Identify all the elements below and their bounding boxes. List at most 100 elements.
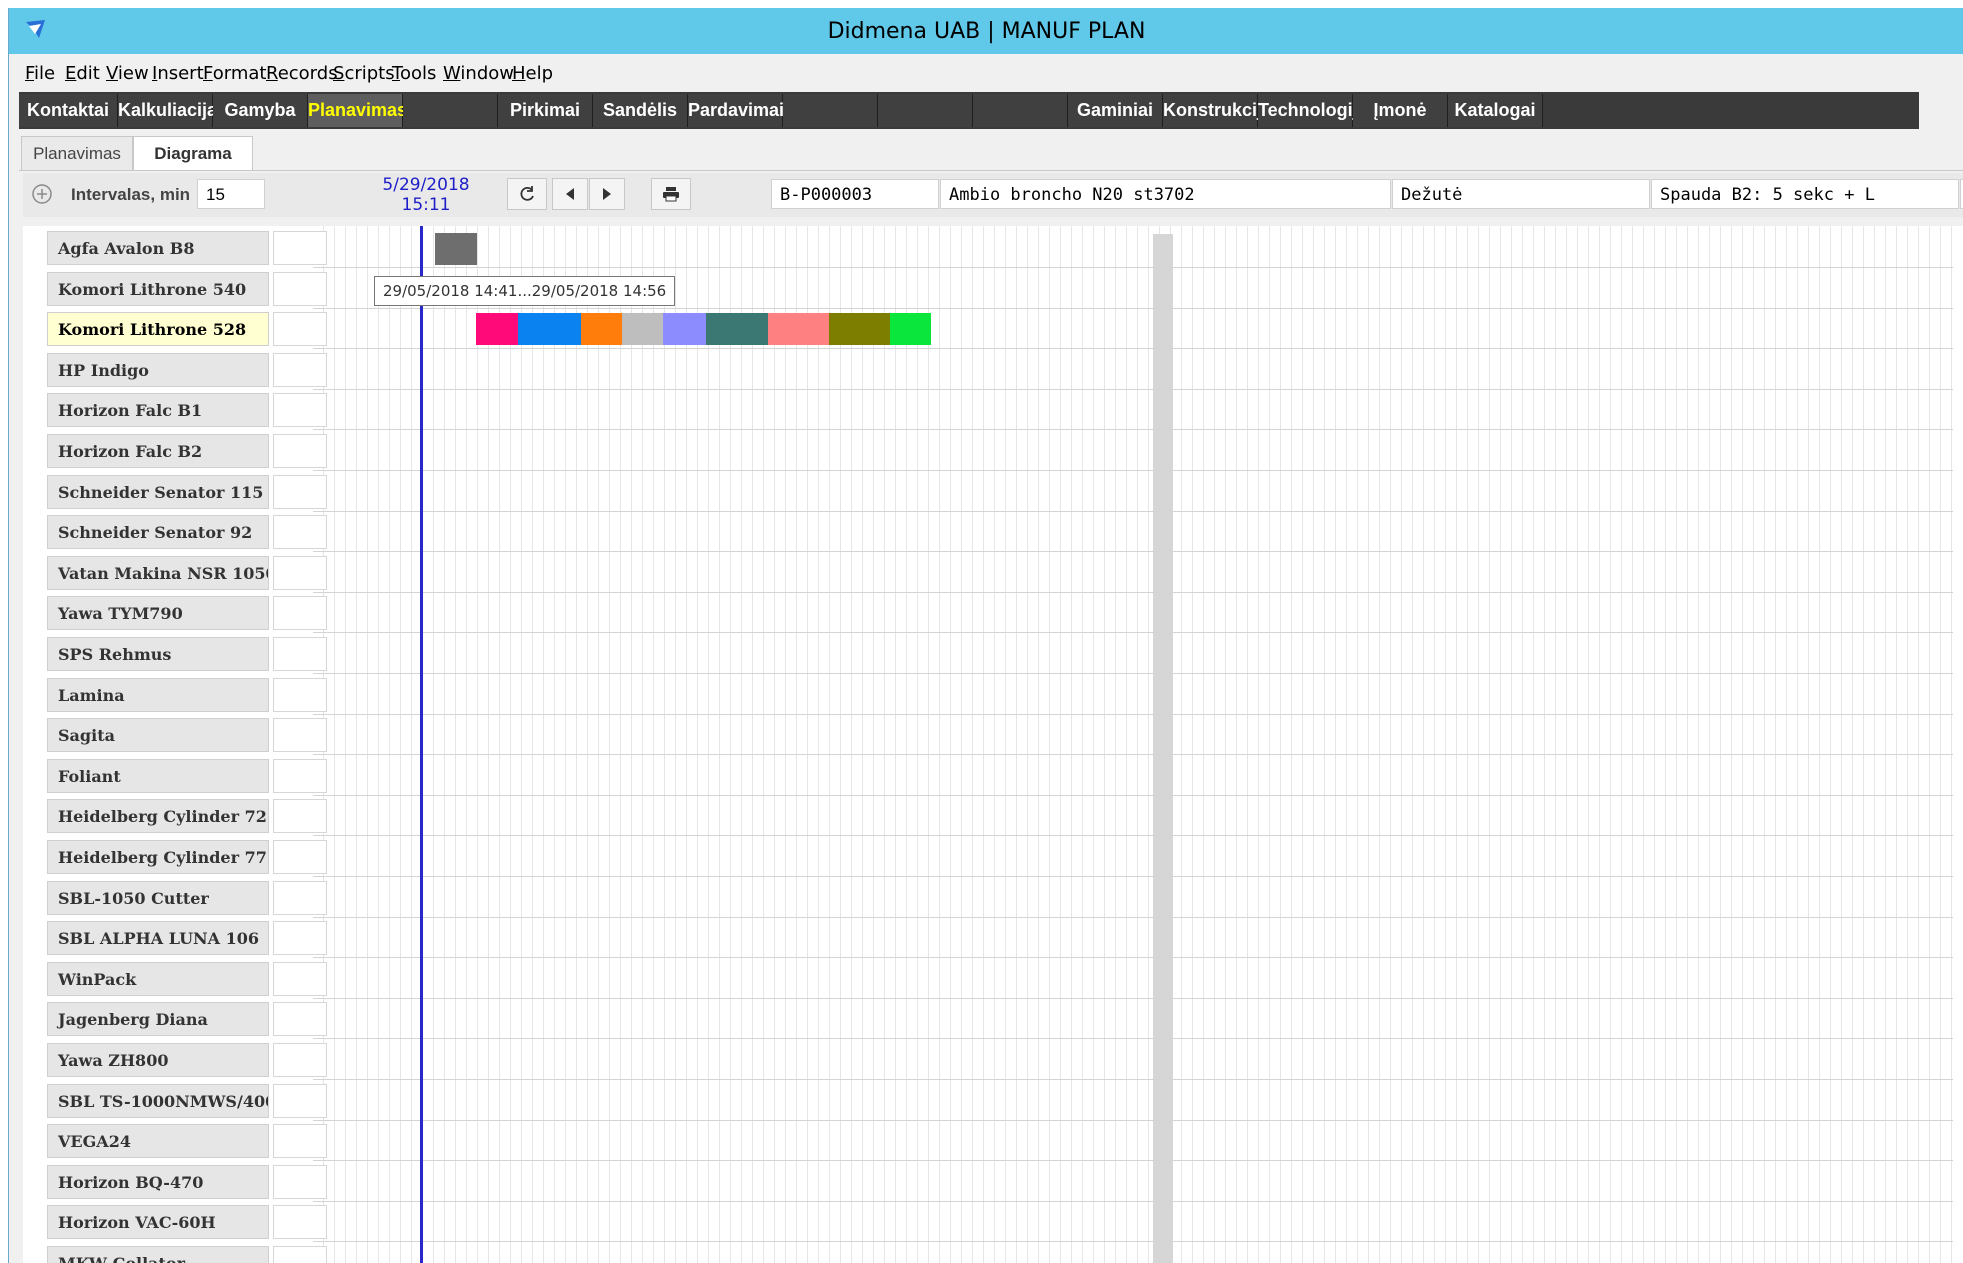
add-circle-icon[interactable] (27, 178, 57, 210)
resource-value-box[interactable] (273, 718, 327, 753)
task-block[interactable] (581, 313, 622, 346)
resource-label[interactable]: Horizon Falc B2 (47, 434, 269, 468)
resource-value-box[interactable] (273, 921, 327, 956)
resource-label[interactable]: Agfa Avalon B8 (47, 231, 269, 265)
resource-value-box[interactable] (273, 880, 327, 915)
previous-button[interactable] (552, 178, 588, 210)
task-block[interactable] (518, 313, 581, 346)
task-block[interactable] (622, 313, 663, 346)
nav-konstrukcija[interactable]: Konstrukcija (1163, 94, 1272, 127)
resource-value-box[interactable] (273, 1002, 327, 1037)
resource-label[interactable]: VEGA24 (47, 1124, 269, 1159)
resource-value-box[interactable] (273, 555, 327, 590)
resource-value-box[interactable] (273, 677, 327, 712)
resource-label[interactable]: SBL ALPHA LUNA 106 (47, 921, 269, 956)
tab-diagrama[interactable]: Diagrama (133, 136, 253, 171)
product-field[interactable]: Ambio broncho N20 st3702 (940, 179, 1391, 209)
resource-label[interactable]: Schneider Senator 115 (47, 474, 269, 509)
resource-value-box[interactable] (273, 758, 327, 793)
print-spec-field[interactable]: Spauda B2: 5 sekc + L (1651, 179, 1959, 209)
task-block[interactable] (476, 313, 518, 346)
task-block[interactable] (663, 313, 706, 346)
next-button[interactable] (589, 178, 625, 210)
resource-value-box[interactable] (273, 1124, 327, 1159)
menu-help[interactable]: Help (512, 63, 553, 84)
nav-empty-3[interactable] (878, 94, 973, 127)
resource-label[interactable]: Schneider Senator 92 (47, 515, 269, 550)
resource-label[interactable]: SBL TS-1000NMWS/400 (47, 1083, 269, 1118)
resource-label[interactable]: Heidelberg Cylinder 77 (47, 840, 269, 874)
resource-label[interactable]: Jagenberg Diana (47, 1002, 269, 1037)
resource-label[interactable]: Komori Lithrone 528 (47, 312, 269, 347)
nav-gamyba[interactable]: Gamyba (213, 94, 308, 127)
resource-label[interactable]: Vatan Makina NSR 1050 (47, 555, 269, 590)
nav-sandelis[interactable]: Sandėlis (593, 94, 688, 127)
nav-imone[interactable]: Įmonė (1353, 94, 1448, 127)
resource-label[interactable]: Horizon Falc B1 (47, 393, 269, 428)
menu-tools[interactable]: Tools (392, 63, 436, 84)
nav-kalkuliacija[interactable]: Kalkuliacija (118, 94, 217, 127)
menu-window[interactable]: Window (443, 63, 514, 84)
refresh-button[interactable] (507, 178, 547, 210)
menu-scripts[interactable]: Scripts (333, 63, 395, 84)
resource-value-box[interactable] (273, 840, 327, 874)
order-code-field[interactable]: B-P000003 (771, 179, 939, 209)
resource-value-box[interactable] (273, 231, 327, 265)
resource-value-box[interactable] (273, 271, 327, 306)
resource-label[interactable]: SBL-1050 Cutter (47, 880, 269, 915)
resource-value-box[interactable] (273, 515, 327, 550)
menu-file[interactable]: File (25, 63, 55, 84)
nav-katalogai[interactable]: Katalogai (1448, 94, 1543, 127)
menu-insert[interactable]: Insert (152, 63, 204, 84)
resource-value-box[interactable] (273, 312, 327, 347)
nav-planavimas[interactable]: Planavimas (308, 94, 407, 127)
resource-label[interactable]: Yawa ZH800 (47, 1043, 269, 1077)
nav-empty-4[interactable] (973, 94, 1068, 127)
task-block[interactable] (890, 313, 931, 346)
resource-value-box[interactable] (273, 1083, 327, 1118)
resource-label[interactable]: Horizon VAC-60H (47, 1205, 269, 1240)
tab-planavimas[interactable]: Planavimas (21, 136, 133, 171)
resource-label[interactable]: Heidelberg Cylinder 72 (47, 799, 269, 834)
nav-empty-1[interactable] (403, 94, 498, 127)
task-block[interactable] (706, 313, 768, 346)
resource-value-box[interactable] (273, 393, 327, 428)
task-block[interactable] (435, 233, 477, 265)
menu-format[interactable]: Format (203, 63, 266, 84)
menu-records[interactable]: Records (266, 63, 338, 84)
resource-label[interactable]: Foliant (47, 758, 269, 793)
nav-gaminiai[interactable]: Gaminiai (1068, 94, 1163, 127)
resource-value-box[interactable] (273, 1205, 327, 1240)
resource-label[interactable]: SPS Rehmus (47, 637, 269, 671)
nav-technologija[interactable]: Technologija (1258, 94, 1368, 127)
resource-value-box[interactable] (273, 474, 327, 509)
resource-label[interactable]: MKW Collator (47, 1246, 269, 1263)
resource-label[interactable]: WinPack (47, 961, 269, 996)
resource-value-box[interactable] (273, 1164, 327, 1199)
resource-value-box[interactable] (273, 1246, 327, 1263)
resource-label[interactable]: Komori Lithrone 540 (47, 271, 269, 306)
resource-value-box[interactable] (273, 434, 327, 468)
resource-label[interactable]: Lamina (47, 677, 269, 712)
resource-label[interactable]: HP Indigo (47, 352, 269, 387)
task-block[interactable] (768, 313, 829, 346)
resource-value-box[interactable] (273, 1043, 327, 1077)
interval-input[interactable]: 15 (197, 179, 265, 209)
nav-kontaktai[interactable]: Kontaktai (19, 94, 118, 127)
nav-pardavimai[interactable]: Pardavimai (688, 94, 784, 127)
nav-empty-2[interactable] (783, 94, 878, 127)
resource-value-box[interactable] (273, 352, 327, 387)
resource-label[interactable]: Horizon BQ-470 (47, 1164, 269, 1199)
menu-edit[interactable]: Edit (65, 63, 100, 84)
package-field[interactable]: Dežutė (1392, 179, 1650, 209)
task-block[interactable] (829, 313, 890, 346)
resource-value-box[interactable] (273, 799, 327, 834)
print-button[interactable] (651, 178, 691, 210)
resource-value-box[interactable] (273, 637, 327, 671)
nav-pirkimai[interactable]: Pirkimai (498, 94, 593, 127)
resource-value-box[interactable] (273, 961, 327, 996)
resource-label[interactable]: Sagita (47, 718, 269, 753)
resource-label[interactable]: Yawa TYM790 (47, 596, 269, 631)
menu-view[interactable]: View (106, 63, 149, 84)
resource-value-box[interactable] (273, 596, 327, 631)
